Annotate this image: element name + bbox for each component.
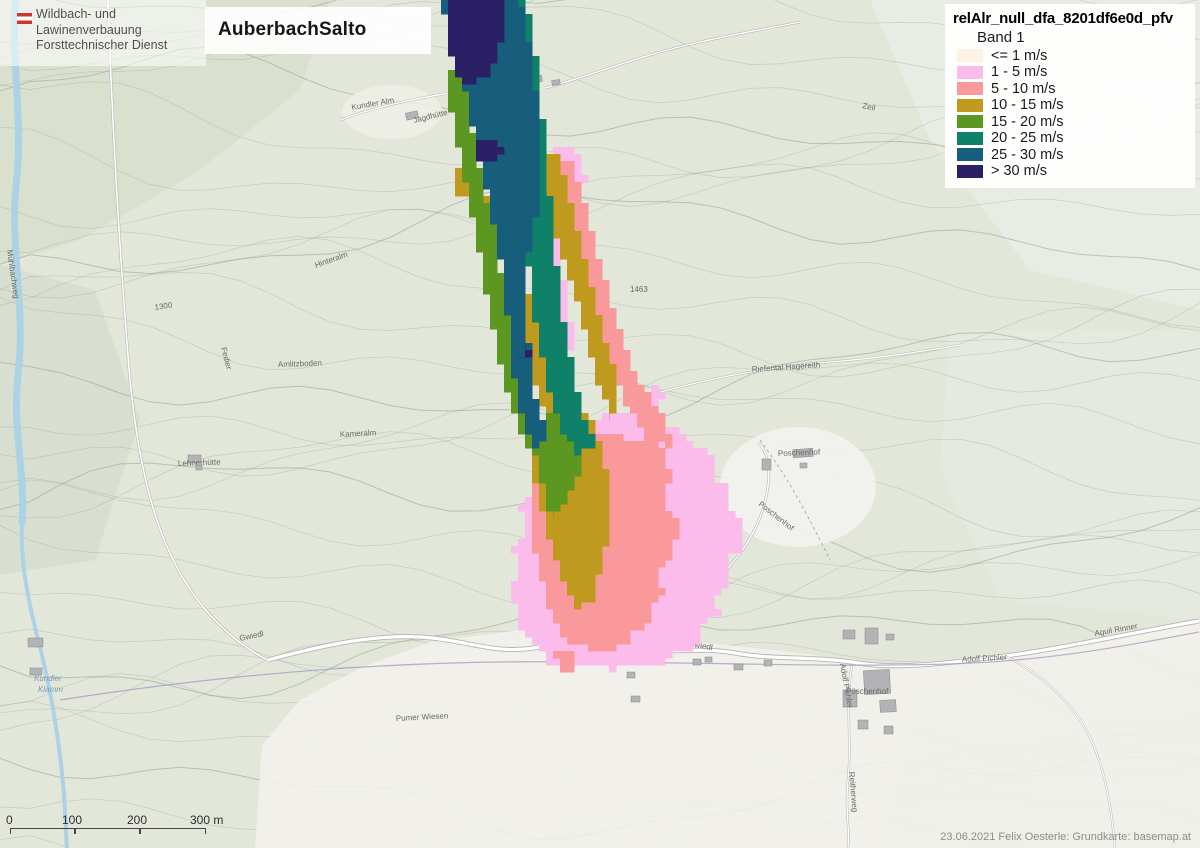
legend-entry: 15 - 20 m/s [957, 115, 1195, 129]
map-title: AuberbachSalto [218, 19, 367, 41]
map-label: Klamm [38, 685, 63, 694]
map-label: 1463 [630, 285, 648, 294]
map-title-box: AuberbachSalto [205, 7, 431, 54]
legend-entry-label: 15 - 20 m/s [991, 114, 1064, 130]
avalanche-velocity-overlay [441, 0, 742, 672]
map-label: Hinteralm [314, 250, 350, 270]
scale-bar: 0 100 200 300 m [10, 813, 240, 839]
map-label: Kundler [34, 674, 62, 683]
org-line: Lawinenverbauung [36, 23, 167, 39]
legend-entry: 20 - 25 m/s [957, 132, 1195, 146]
map-label: Zeil [862, 101, 877, 113]
map-label: Lehnerhütte [178, 457, 222, 468]
map-stage: Kundler AlmJagdhütteHinteralm1300Amlitzb… [0, 0, 1200, 848]
scale-label: 100 [62, 813, 82, 827]
scale-bar-line [10, 828, 206, 834]
legend-entry: <= 1 m/s [957, 49, 1195, 63]
map-label: Kameralm [340, 428, 377, 439]
map-label: Amlitzboden [278, 358, 322, 369]
legend-swatch [957, 49, 983, 62]
org-header: Wildbach- und Lawinenverbauung Forsttech… [0, 0, 206, 66]
legend-swatch [957, 66, 983, 79]
map-label: 1300 [154, 301, 173, 312]
scale-label: 0 [6, 813, 13, 827]
legend-entries: <= 1 m/s1 - 5 m/s5 - 10 m/s10 - 15 m/s15… [953, 49, 1195, 178]
org-name: Wildbach- und Lawinenverbauung Forsttech… [36, 7, 167, 54]
legend-entry-label: 25 - 30 m/s [991, 147, 1064, 163]
legend-entry-label: <= 1 m/s [991, 48, 1047, 64]
legend-entry-label: 1 - 5 m/s [991, 64, 1047, 80]
scale-label: 200 [127, 813, 147, 827]
map-label: Fedier [219, 346, 234, 371]
legend-swatch [957, 148, 983, 161]
scale-label: 300 m [190, 813, 223, 827]
scale-tick [74, 828, 76, 834]
legend-entry-label: 10 - 15 m/s [991, 97, 1064, 113]
org-line: Forsttechnischer Dienst [36, 38, 167, 54]
map-label: Poschenhof [778, 448, 821, 458]
legend-entry-label: 5 - 10 m/s [991, 81, 1055, 97]
legend-swatch [957, 115, 983, 128]
legend-band-label: Band 1 [977, 29, 1195, 46]
legend-entry-label: > 30 m/s [991, 163, 1047, 179]
scale-tick [139, 828, 141, 834]
legend-entry: 1 - 5 m/s [957, 66, 1195, 80]
map-label: Gwiedl [239, 629, 265, 643]
legend-entry: 10 - 15 m/s [957, 99, 1195, 113]
legend-entry: 5 - 10 m/s [957, 82, 1195, 96]
legend-swatch [957, 99, 983, 112]
legend-entry: > 30 m/s [957, 165, 1195, 179]
org-line: Wildbach- und [36, 7, 167, 23]
austria-flag-icon [17, 13, 32, 24]
legend-entry: 25 - 30 m/s [957, 148, 1195, 162]
legend-swatch [957, 132, 983, 145]
legend-entry-label: 20 - 25 m/s [991, 130, 1064, 146]
legend-panel: relAlr_null_dfa_8201df6e0d_pfv Band 1 <=… [945, 4, 1195, 188]
map-attribution: 23.06.2021 Felix Oesterle: Grundkarte: b… [940, 831, 1191, 843]
legend-title: relAlr_null_dfa_8201df6e0d_pfv [953, 10, 1195, 27]
legend-swatch [957, 165, 983, 178]
map-label: Riefental Hagereith [752, 360, 821, 374]
map-label: Pöschenhof [846, 687, 889, 696]
legend-swatch [957, 82, 983, 95]
